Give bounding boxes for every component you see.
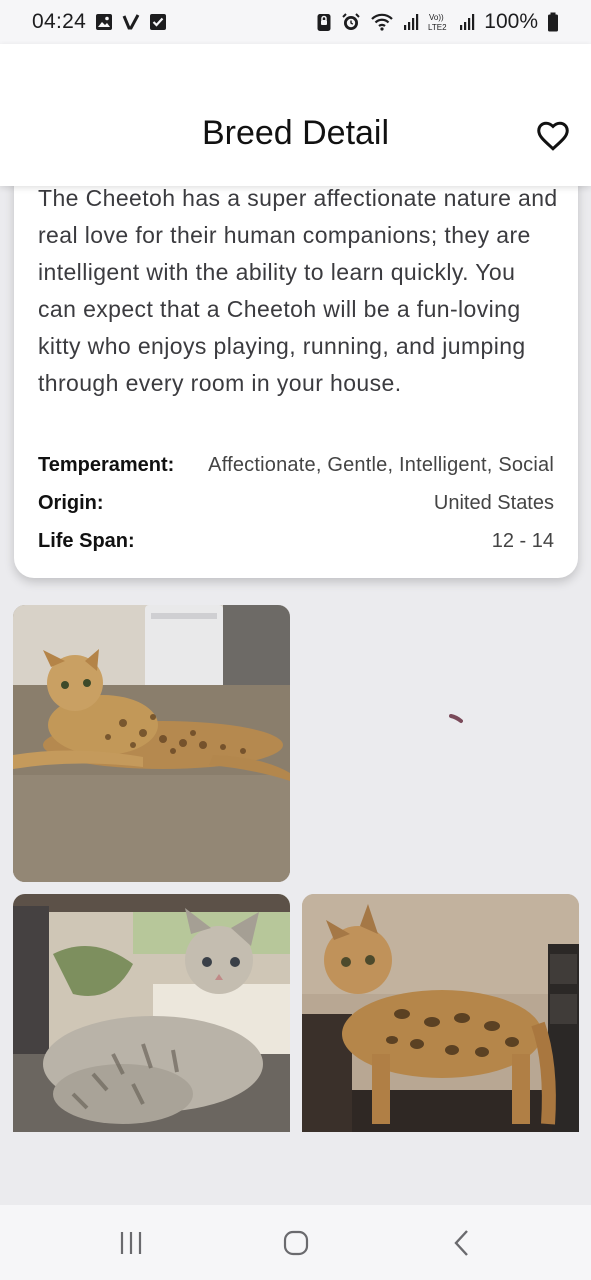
v-icon bbox=[122, 13, 140, 31]
image-icon bbox=[95, 13, 113, 31]
signal-icon bbox=[459, 13, 475, 31]
svg-text:Vo)): Vo)) bbox=[429, 13, 444, 22]
cat-photo-4[interactable] bbox=[302, 894, 579, 1132]
wifi-icon bbox=[370, 12, 394, 32]
lock-icon bbox=[316, 12, 332, 32]
volte-icon: Vo)) LTE2 bbox=[428, 12, 450, 32]
back-icon bbox=[454, 1230, 468, 1256]
signal-icon bbox=[403, 13, 419, 31]
loading-spinner bbox=[449, 712, 463, 726]
system-nav-bar bbox=[0, 1205, 591, 1280]
battery-icon bbox=[547, 12, 559, 32]
svg-text:LTE2: LTE2 bbox=[428, 23, 447, 32]
origin-value: United States bbox=[433, 492, 554, 514]
cat-photo-1[interactable] bbox=[13, 605, 290, 882]
origin-label: Origin: bbox=[38, 492, 104, 514]
temperament-label: Temperament: bbox=[38, 454, 175, 476]
breed-info-card: The Cheetoh has a super affectionate nat… bbox=[14, 150, 578, 578]
back-button[interactable] bbox=[442, 1227, 482, 1259]
favorite-button[interactable] bbox=[535, 118, 571, 154]
temperament-row: Temperament: Affectionate, Gentle, Intel… bbox=[38, 454, 554, 477]
checkbox-icon bbox=[149, 13, 167, 31]
battery-percent: 100% bbox=[484, 10, 538, 33]
home-icon bbox=[283, 1230, 309, 1256]
home-button[interactable] bbox=[276, 1227, 316, 1259]
cat-photo-3[interactable] bbox=[13, 894, 290, 1132]
recent-apps-icon bbox=[120, 1232, 142, 1254]
heart-outline-icon bbox=[537, 121, 569, 151]
life-span-row: Life Span: 12 - 14 bbox=[38, 530, 554, 553]
status-time: 04:24 bbox=[32, 10, 87, 33]
status-right: Vo)) LTE2 100% bbox=[316, 10, 559, 34]
status-left: 04:24 bbox=[32, 10, 167, 34]
app-bar: Breed Detail bbox=[0, 44, 591, 186]
recent-apps-button[interactable] bbox=[111, 1227, 151, 1259]
temperament-value: Affectionate, Gentle, Intelligent, Socia… bbox=[208, 454, 554, 476]
alarm-icon bbox=[341, 12, 361, 32]
life-span-value: 12 - 14 bbox=[491, 530, 554, 552]
origin-row: Origin: United States bbox=[38, 492, 554, 515]
life-span-label: Life Span: bbox=[38, 530, 135, 552]
breed-description: The Cheetoh has a super affectionate nat… bbox=[38, 185, 558, 396]
status-bar: 04:24 Vo)) LTE2 100% bbox=[0, 0, 591, 44]
page-title: Breed Detail bbox=[201, 114, 390, 152]
